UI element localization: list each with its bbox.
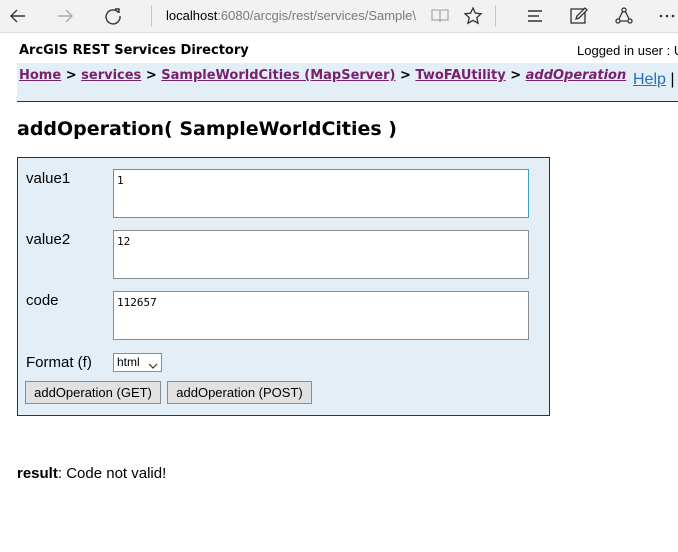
value1-label: value1 bbox=[26, 170, 71, 187]
value2-input[interactable]: 12 bbox=[113, 230, 529, 279]
reading-view-icon[interactable] bbox=[427, 3, 453, 29]
breadcrumb-bar: Home > services > SampleWorldCities (Map… bbox=[17, 63, 678, 102]
page-title: addOperation( SampleWorldCities ) bbox=[17, 118, 397, 140]
result-text: : Code not valid! bbox=[57, 465, 167, 482]
result-line: result: Code not valid! bbox=[17, 465, 166, 482]
value1-input[interactable]: 1 bbox=[113, 169, 529, 218]
format-select[interactable]: html bbox=[113, 353, 162, 372]
back-arrow-icon[interactable] bbox=[5, 3, 31, 29]
share-icon[interactable] bbox=[611, 3, 637, 29]
forward-arrow-icon[interactable] bbox=[52, 3, 78, 29]
url-host: localhost bbox=[166, 8, 218, 23]
logged-in-user: Logged in user : U bbox=[577, 43, 678, 58]
post-button[interactable]: addOperation (POST) bbox=[167, 381, 312, 404]
breadcrumb-utility-link[interactable]: TwoFAUtility bbox=[415, 68, 505, 83]
favorite-star-icon[interactable] bbox=[460, 3, 486, 29]
browser-toolbar: localhost:6080/arcgis/rest/services/Samp… bbox=[0, 0, 678, 33]
refresh-icon[interactable] bbox=[100, 3, 126, 29]
url-path: :6080/arcgis/rest/services/Sample\ bbox=[217, 8, 416, 23]
address-bar[interactable]: localhost:6080/arcgis/rest/services/Samp… bbox=[166, 7, 416, 25]
breadcrumb-mapserver-link[interactable]: SampleWorldCities (MapServer) bbox=[161, 68, 395, 83]
toolbar-separator bbox=[495, 5, 496, 27]
breadcrumb-separator: > bbox=[141, 68, 162, 83]
value2-label: value2 bbox=[26, 231, 71, 248]
chevron-down-icon bbox=[148, 358, 158, 375]
toolbar-separator bbox=[151, 5, 152, 27]
code-input[interactable]: 112657 bbox=[113, 291, 529, 340]
breadcrumb-separator: > bbox=[395, 68, 416, 83]
help-area: Help | bbox=[633, 71, 675, 89]
directory-title: ArcGIS REST Services Directory bbox=[19, 43, 249, 58]
breadcrumb: Home > services > SampleWorldCities (Map… bbox=[19, 68, 626, 83]
operation-form: value1 1 value2 12 code 112657 Format (f… bbox=[17, 157, 550, 416]
hub-icon[interactable] bbox=[522, 3, 548, 29]
more-icon[interactable] bbox=[654, 3, 678, 29]
web-note-icon[interactable] bbox=[566, 3, 592, 29]
help-separator: | bbox=[665, 71, 675, 88]
breadcrumb-separator: > bbox=[61, 68, 82, 83]
help-link[interactable]: Help bbox=[633, 71, 666, 88]
breadcrumb-separator: > bbox=[505, 68, 526, 83]
result-label: result bbox=[17, 465, 58, 482]
breadcrumb-services-link[interactable]: services bbox=[81, 68, 141, 83]
format-label: Format (f) bbox=[26, 354, 92, 371]
breadcrumb-operation-link[interactable]: addOperation bbox=[526, 68, 627, 83]
get-button[interactable]: addOperation (GET) bbox=[25, 381, 161, 404]
breadcrumb-home-link[interactable]: Home bbox=[19, 68, 61, 83]
format-selected-value: html bbox=[117, 355, 140, 369]
code-label: code bbox=[26, 292, 59, 309]
